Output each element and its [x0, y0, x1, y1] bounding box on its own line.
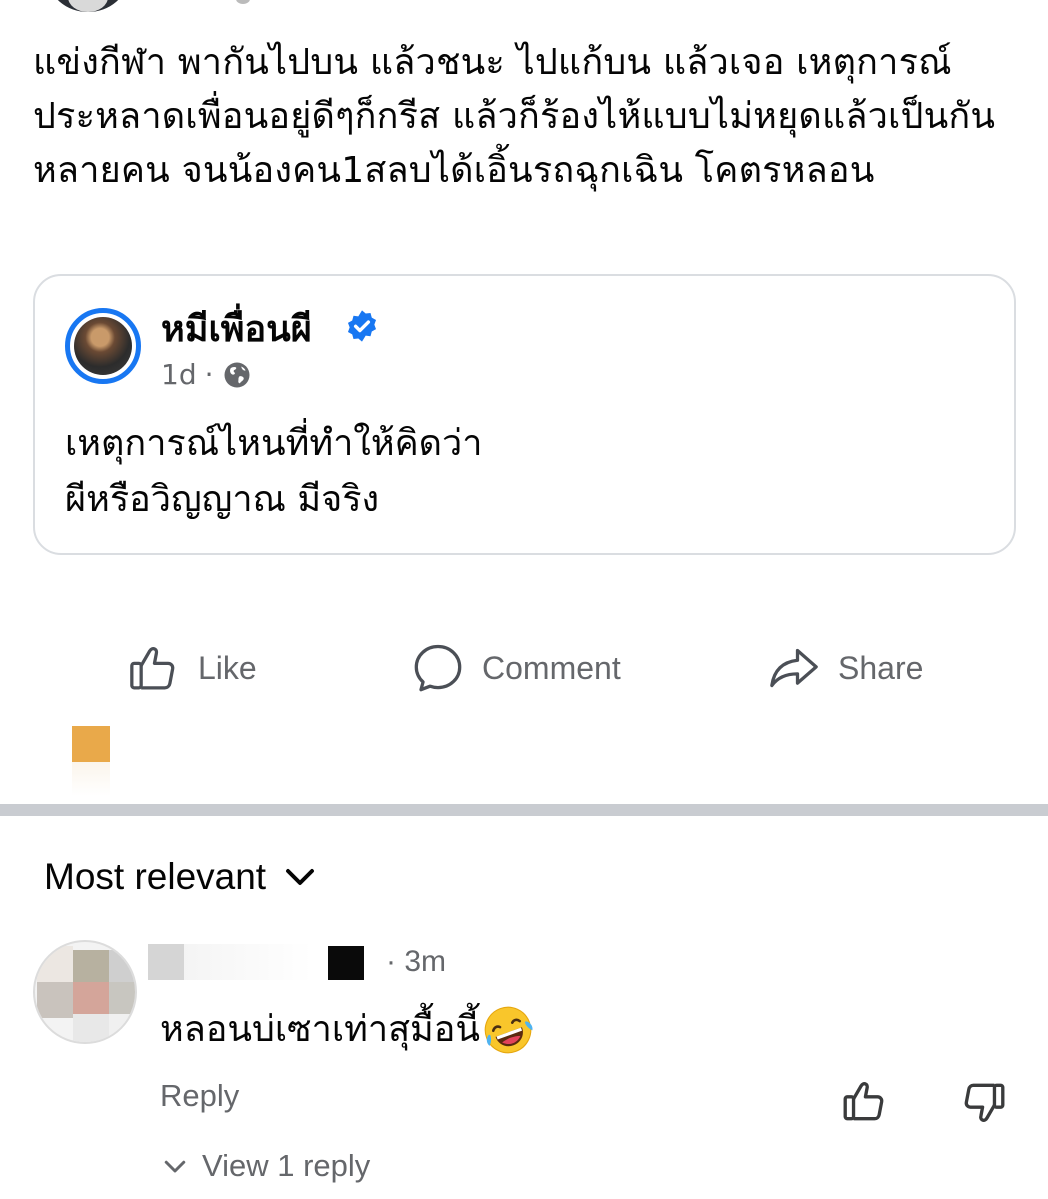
- share-arrow-icon: [770, 648, 818, 688]
- share-button[interactable]: Share: [766, 640, 923, 696]
- previous-post-mark: [236, 0, 250, 4]
- thumbs-up-icon: [130, 647, 175, 690]
- chevron-down-icon: [164, 1160, 186, 1173]
- comment-bubble-icon: [414, 644, 462, 692]
- previous-post-avatar[interactable]: [48, 0, 128, 12]
- commenter-name-redacted[interactable]: [148, 944, 312, 980]
- laughing-emoji-icon: [484, 1006, 533, 1054]
- share-label: Share: [838, 649, 924, 686]
- view-replies-button[interactable]: View 1 reply: [160, 1148, 370, 1184]
- commenter-avatar[interactable]: [33, 940, 137, 1044]
- avatar-pixel: [109, 982, 135, 1018]
- comment-button[interactable]: Comment: [410, 640, 621, 696]
- avatar-pixel: [109, 1014, 135, 1042]
- avatar-pixel: [73, 950, 109, 986]
- shared-post-card[interactable]: หมีเพื่อนผี 1d · เหตุการณ์ไหนที่ทำให้คิด…: [33, 274, 1016, 555]
- post-time: 1d: [161, 358, 197, 391]
- section-divider: [0, 804, 1048, 816]
- like-label: Like: [198, 649, 257, 686]
- chevron-down-icon: [286, 869, 315, 885]
- downvote-icon[interactable]: [958, 1078, 1008, 1128]
- like-button[interactable]: Like: [126, 640, 257, 696]
- comment-label: Comment: [482, 649, 621, 686]
- post-text: แข่งกีฬา พากันไปบน แล้วชนะ ไปแก้บน แล้วเ…: [33, 42, 996, 191]
- comment-time: · 3m: [386, 945, 446, 978]
- shared-line-2: ผีหรือวิญญาณ มีจริง: [65, 479, 380, 520]
- verified-badge-icon: [347, 310, 377, 342]
- shared-line-1: เหตุการณ์ไหนที่ทำให้คิดว่า: [65, 423, 483, 464]
- view-replies-label: View 1 reply: [202, 1148, 371, 1183]
- avatar-pixel: [37, 946, 73, 982]
- shared-page-avatar[interactable]: [65, 308, 141, 384]
- reply-button[interactable]: Reply: [160, 1078, 239, 1114]
- comment-sort-dropdown[interactable]: Most relevant: [44, 856, 318, 898]
- avatar-image: [74, 317, 132, 375]
- reaction-fade: [72, 762, 110, 796]
- shared-post-body: เหตุการณ์ไหนที่ทำให้คิดว่า ผีหรือวิญญาณ …: [65, 416, 965, 528]
- reaction-icon[interactable]: [72, 726, 110, 762]
- sort-label: Most relevant: [44, 856, 267, 897]
- avatar-pixel: [109, 950, 135, 986]
- upvote-icon[interactable]: [840, 1076, 890, 1126]
- redaction-block: [328, 946, 364, 980]
- avatar-pixel: [37, 982, 73, 1018]
- shared-post-meta: 1d ·: [161, 358, 252, 391]
- avatar-pixel: [73, 982, 109, 1018]
- avatar-pixel: [73, 1014, 109, 1042]
- meta-separator: ·: [204, 358, 214, 391]
- post-action-bar: Like Comment Share: [0, 630, 1048, 710]
- shared-page-name[interactable]: หมีเพื่อนผี: [161, 300, 312, 357]
- comment-body: หลอนบ่เซาเท่าสุมื้อนี้: [160, 1009, 481, 1050]
- globe-icon: [224, 362, 249, 387]
- avatar-detail: [68, 0, 108, 12]
- comment-text: หลอนบ่เซาเท่าสุมื้อนี้: [160, 1004, 534, 1056]
- redacted-pixel: [148, 944, 184, 980]
